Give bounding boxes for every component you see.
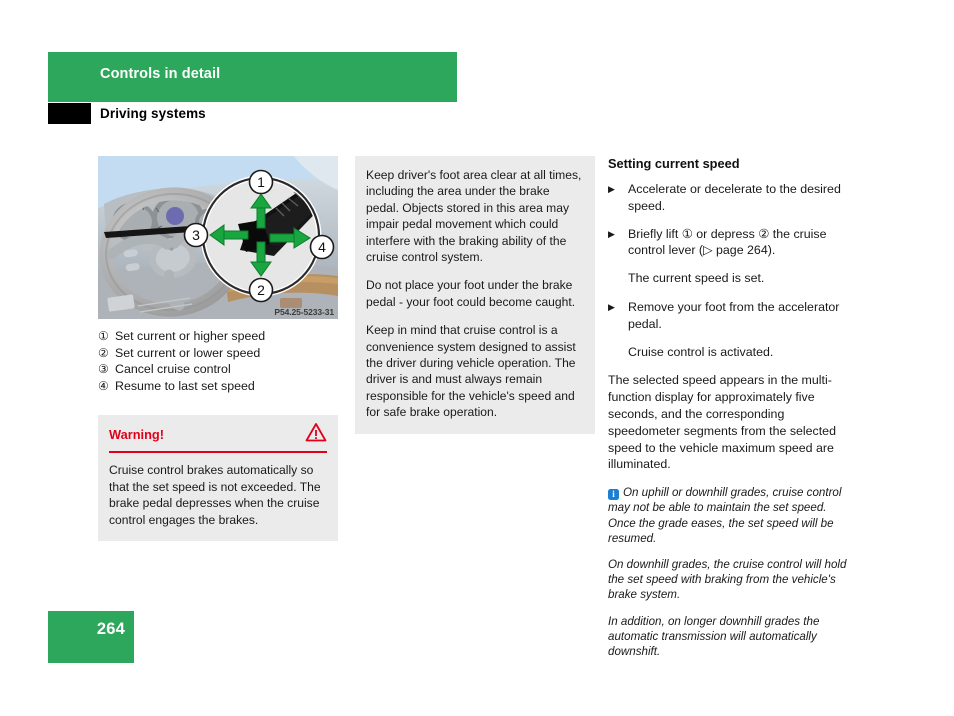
legend-label-2: Set current or lower speed <box>115 345 261 360</box>
info-icon: i <box>608 489 619 501</box>
info-note-paragraph-1: i On uphill or downhill grades, cruise co… <box>608 485 851 546</box>
warning-header: Warning! <box>109 422 327 447</box>
legend-label-4: Resume to last set speed <box>115 378 255 393</box>
step-text-2: Briefly lift ① or depress ② the cruise c… <box>628 226 827 258</box>
legend-item: ③ Cancel cruise control <box>98 361 338 378</box>
section-heading-setting-current-speed: Setting current speed <box>608 156 740 171</box>
info-note-text-1: On uphill or downhill grades, cruise con… <box>608 486 842 545</box>
bullet-triangle-icon: ▶ <box>608 184 615 194</box>
section-title: Driving systems <box>100 106 206 121</box>
chapter-title: Controls in detail <box>100 66 221 82</box>
left-column: 1 2 3 4 P54.25-5233-31 ① Set current or … <box>98 156 338 541</box>
section-tab-marker <box>48 103 91 124</box>
step-item: ▶ Briefly lift ① or depress ② the cruise… <box>608 226 851 260</box>
warning-divider <box>109 451 327 454</box>
info-note: i On uphill or downhill grades, cruise co… <box>608 485 851 659</box>
safety-note-paragraph: Do not place your foot under the brake p… <box>366 278 576 309</box>
bullet-triangle-icon: ▶ <box>608 301 615 312</box>
legend-item: ① Set current or higher speed <box>98 328 338 345</box>
step-item: ▶ Accelerate or decelerate to the desire… <box>608 181 851 215</box>
cruise-control-illustration: 1 2 3 4 P54.25-5233-31 <box>98 156 338 319</box>
legend-item: ② Set current or lower speed <box>98 345 338 362</box>
step-item: ▶ Remove your foot from the accelerator … <box>608 299 851 333</box>
legend-number-4: ④ <box>98 378 109 393</box>
safety-note-paragraph: Keep driver's foot area clear at all tim… <box>366 168 582 265</box>
svg-text:3: 3 <box>192 227 200 243</box>
warning-triangle-icon <box>305 422 327 447</box>
legend-item: ④ Resume to last set speed <box>98 378 338 395</box>
legend-label-3: Cancel cruise control <box>115 362 231 377</box>
figure-legend: ① Set current or higher speed ② Set curr… <box>98 328 338 394</box>
safety-note-paragraph: Keep in mind that cruise control is a co… <box>366 323 576 420</box>
svg-text:4: 4 <box>318 239 326 255</box>
step-result-1: The current speed is set. <box>628 271 765 286</box>
svg-text:1: 1 <box>257 174 265 190</box>
safety-note-box: Keep driver's foot area clear at all tim… <box>355 156 595 434</box>
page-number-box: 264 <box>48 611 134 663</box>
legend-label-1: Set current or higher speed <box>115 329 266 343</box>
warning-title: Warning! <box>109 426 164 442</box>
warning-body: Cruise control brakes automatically so t… <box>109 463 321 527</box>
step-text-3: Remove your foot from the accelerator pe… <box>628 299 840 331</box>
chapter-header-bar: Controls in detail <box>48 52 457 102</box>
legend-number-1: ① <box>98 329 109 343</box>
right-column: Setting current speed ▶ Accelerate or de… <box>608 156 851 659</box>
illustration-svg: 1 2 3 4 <box>98 156 338 319</box>
page-number: 264 <box>96 620 125 638</box>
legend-number-2: ② <box>98 345 109 360</box>
section-header-row: Driving systems <box>48 103 457 127</box>
middle-column: Keep driver's foot area clear at all tim… <box>355 156 595 434</box>
figure-code: P54.25-5233-31 <box>274 307 334 317</box>
info-note-paragraph-3: In addition, on longer downhill grades t… <box>608 614 820 658</box>
warning-box: Warning! Cruise control brakes automatic… <box>98 415 338 541</box>
legend-number-3: ③ <box>98 362 109 377</box>
step-result-2: Cruise control is activated. <box>628 344 774 359</box>
info-note-paragraph-2: On downhill grades, the cruise control w… <box>608 557 847 602</box>
step-text-1: Accelerate or decelerate to the desired … <box>628 182 841 213</box>
body-paragraph: The selected speed appears in the multi-… <box>608 373 836 472</box>
svg-text:2: 2 <box>257 282 265 298</box>
bullet-triangle-icon: ▶ <box>608 228 615 239</box>
